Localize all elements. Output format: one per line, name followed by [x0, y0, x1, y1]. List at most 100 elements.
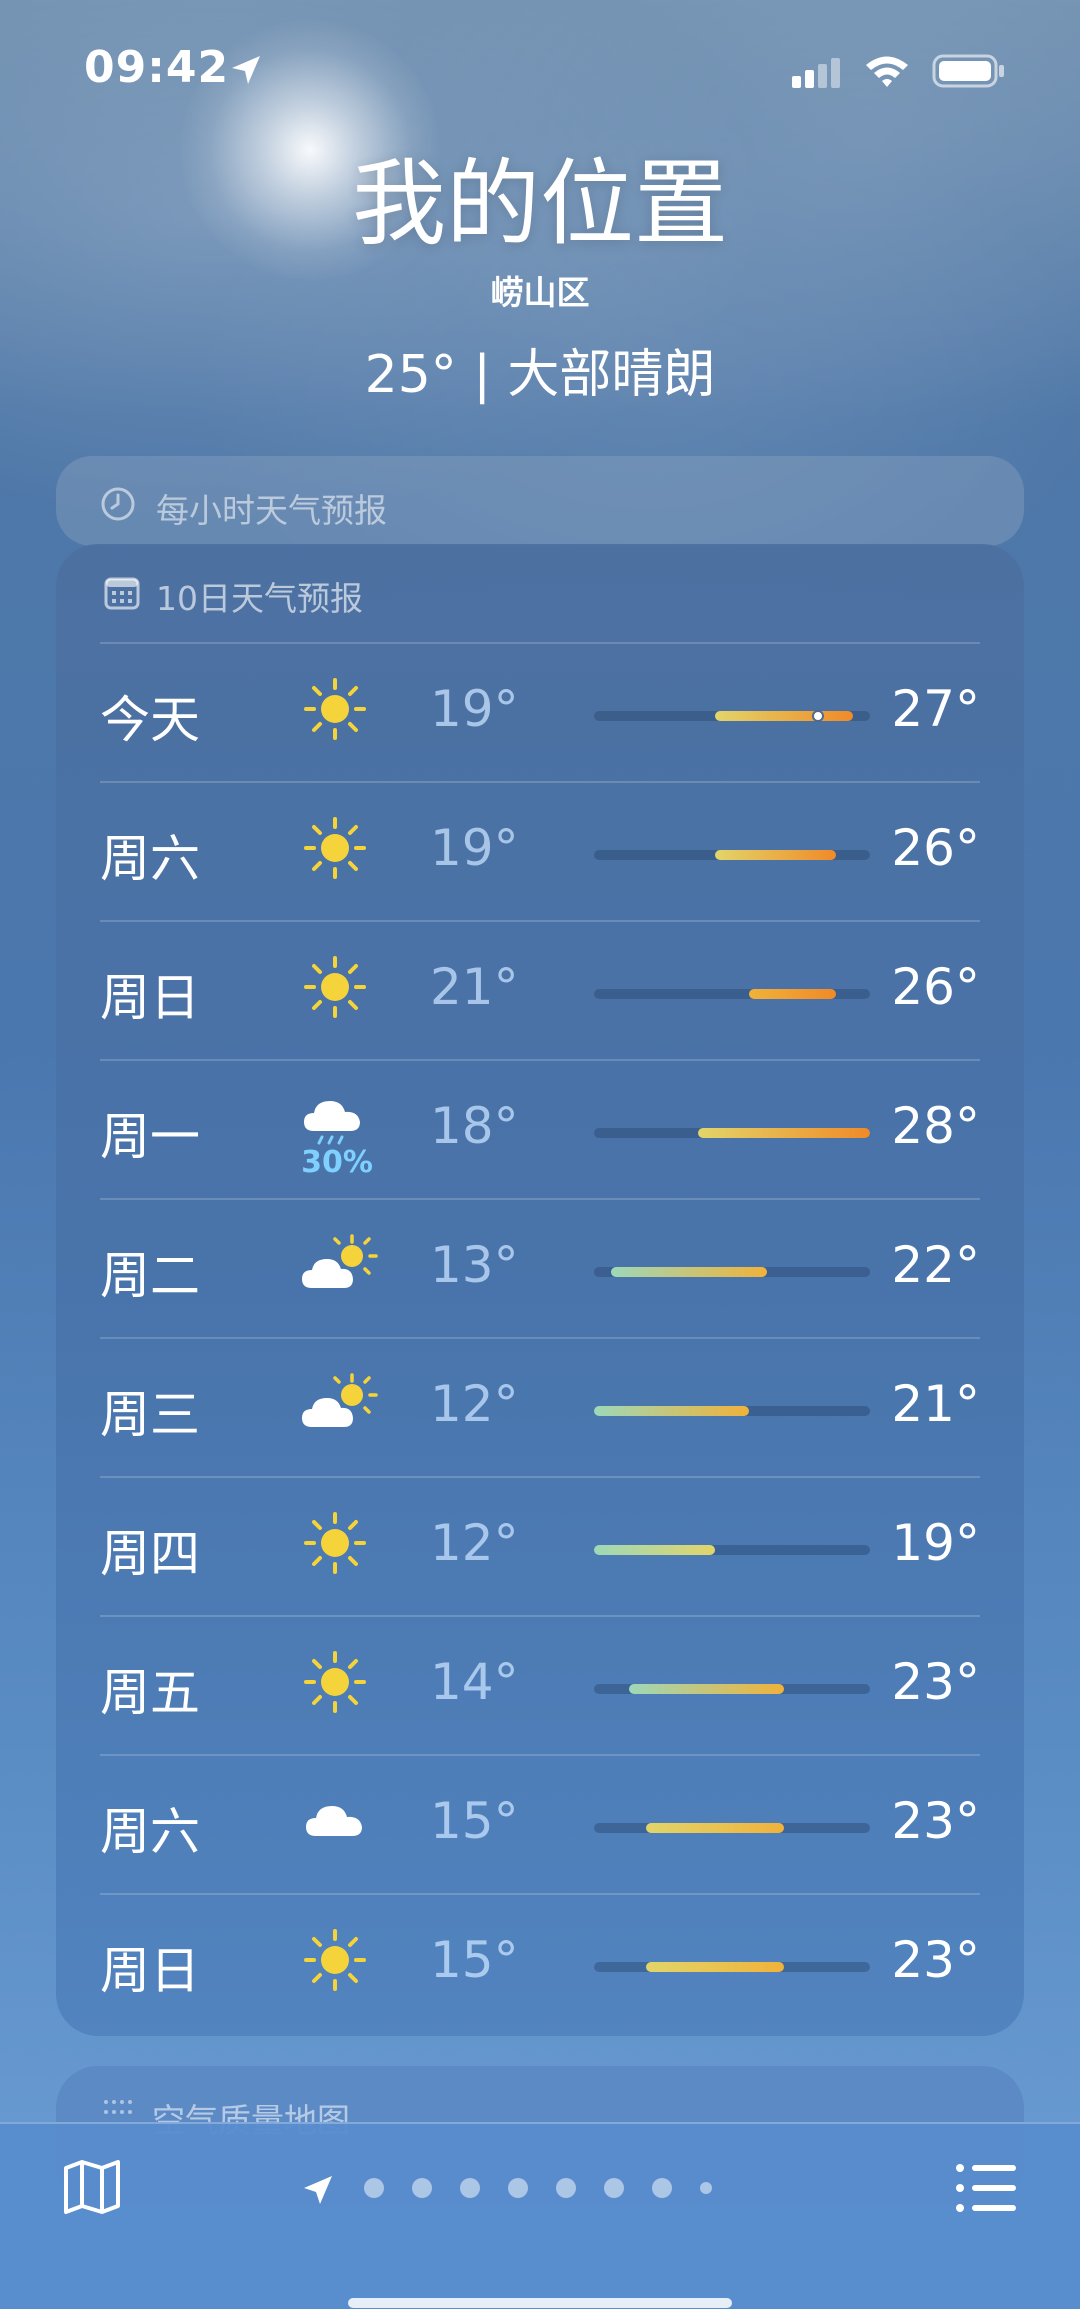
high-temp: 19°: [891, 1514, 980, 1572]
temp-range-fill: [749, 989, 836, 999]
forecast-day: 周六: [100, 1803, 200, 1861]
high-temp: 26°: [891, 819, 980, 877]
low-temp: 14°: [430, 1653, 519, 1711]
clock-icon: [101, 487, 135, 521]
temp-range-fill: [594, 1545, 715, 1555]
page-dot[interactable]: [364, 2178, 384, 2198]
list-icon[interactable]: [954, 2160, 1018, 2216]
map-icon[interactable]: [60, 2154, 124, 2218]
temp-range-fill: [646, 1962, 784, 1972]
location-arrow-icon: [232, 56, 260, 84]
forecast-card-title: 10日天气预报: [156, 579, 363, 618]
current-location-page-icon[interactable]: [300, 2172, 336, 2208]
hourly-forecast-title: 每小时天气预报: [156, 491, 387, 530]
forecast-day: 周日: [100, 1942, 200, 2000]
page-indicator[interactable]: [300, 2164, 780, 2214]
battery-icon: [932, 54, 1004, 88]
status-bar: 09:42: [0, 0, 1080, 140]
high-temp: 27°: [891, 680, 980, 738]
district-label: 崂山区: [490, 273, 590, 312]
page-dot[interactable]: [508, 2178, 528, 2198]
sun-icon: [300, 1508, 370, 1578]
forecast-row[interactable]: 周五 14° 23°: [100, 1615, 980, 1756]
forecast-day: 周五: [100, 1664, 200, 1722]
sun-icon: [300, 674, 370, 744]
location-header: 我的位置 崂山区 25° | 大部晴朗: [0, 150, 1080, 407]
sun-icon: [300, 1925, 370, 1995]
forecast-day: 周四: [100, 1525, 200, 1583]
low-temp: 13°: [430, 1236, 519, 1294]
low-temp: 18°: [430, 1097, 519, 1155]
low-temp: 19°: [430, 819, 519, 877]
low-temp: 12°: [430, 1514, 519, 1572]
location-title: 我的位置: [351, 150, 728, 259]
ten-day-forecast-card[interactable]: 10日天气预报 今天 19° 27° 周六 19° 26° 周日 21° 26° 周一 30% 18°…: [56, 544, 1024, 2036]
temp-range-bar: [594, 1545, 870, 1555]
sun-icon: [300, 813, 370, 883]
cellular-signal-icon: [792, 58, 840, 88]
forecast-day: 今天: [100, 691, 200, 749]
forecast-day: 周六: [100, 830, 200, 888]
temp-range-fill: [611, 1267, 767, 1277]
forecast-day: 周日: [100, 969, 200, 1027]
temp-range-bar: [594, 1823, 870, 1833]
current-temp-dot: [812, 710, 824, 722]
high-temp: 26°: [891, 958, 980, 1016]
high-temp: 23°: [891, 1653, 980, 1711]
temp-range-fill: [594, 1406, 749, 1416]
cloud-icon: [300, 1786, 370, 1856]
hourly-forecast-card[interactable]: 每小时天气预报: [56, 456, 1024, 546]
forecast-row[interactable]: 周三 12° 21°: [100, 1337, 980, 1478]
high-temp: 23°: [891, 1931, 980, 1989]
wifi-icon: [866, 56, 908, 87]
low-temp: 19°: [430, 680, 519, 738]
low-temp: 21°: [430, 958, 519, 1016]
temp-range-bar: [594, 989, 870, 999]
page-dot[interactable]: [412, 2178, 432, 2198]
temp-range-bar: [594, 1406, 870, 1416]
low-temp: 15°: [430, 1931, 519, 1989]
forecast-row[interactable]: 今天 19° 27°: [100, 642, 980, 783]
status-time: 09:42: [84, 42, 230, 93]
current-conditions: 25° | 大部晴朗: [364, 345, 716, 405]
temp-range-fill: [698, 1128, 870, 1138]
temp-range-bar: [594, 710, 870, 722]
high-temp: 23°: [891, 1792, 980, 1850]
temp-range-bar: [594, 1962, 870, 1972]
high-temp: 28°: [891, 1097, 980, 1155]
low-temp: 12°: [430, 1375, 519, 1433]
partly-cloudy-icon: [300, 1230, 378, 1300]
forecast-row[interactable]: 周二 13° 22°: [100, 1198, 980, 1339]
low-temp: 15°: [430, 1792, 519, 1850]
forecast-row[interactable]: 周六 19° 26°: [100, 781, 980, 922]
sun-icon: [300, 1647, 370, 1717]
forecast-row[interactable]: 周四 12° 19°: [100, 1476, 980, 1617]
temp-range-fill: [715, 850, 836, 860]
forecast-row[interactable]: 周六 15° 23°: [100, 1754, 980, 1895]
temp-range-bar: [594, 1128, 870, 1138]
temp-range-fill: [646, 1823, 784, 1833]
forecast-day: 周一: [100, 1108, 200, 1166]
forecast-row[interactable]: 周一 30% 18° 28°: [100, 1059, 980, 1200]
temp-range-fill: [629, 1684, 784, 1694]
precipitation-chance: 30%: [301, 1145, 373, 1180]
forecast-day: 周三: [100, 1386, 200, 1444]
temp-range-bar: [594, 1267, 870, 1277]
page-dot[interactable]: [700, 2182, 712, 2194]
calendar-icon: [104, 577, 140, 610]
partly-cloudy-icon: [300, 1369, 378, 1439]
temp-range-bar: [594, 850, 870, 860]
page-dot[interactable]: [460, 2178, 480, 2198]
page-dot[interactable]: [604, 2178, 624, 2198]
temp-range-fill: [715, 711, 853, 721]
forecast-row[interactable]: 周日 21° 26°: [100, 920, 980, 1061]
forecast-day: 周二: [100, 1247, 200, 1305]
sun-icon: [300, 952, 370, 1022]
temp-range-bar: [594, 1684, 870, 1694]
forecast-row[interactable]: 周日 15° 23°: [100, 1893, 980, 2034]
bottom-toolbar: [0, 2122, 1080, 2309]
page-dot[interactable]: [652, 2178, 672, 2198]
high-temp: 22°: [891, 1236, 980, 1294]
page-dot[interactable]: [556, 2178, 576, 2198]
high-temp: 21°: [891, 1375, 980, 1433]
